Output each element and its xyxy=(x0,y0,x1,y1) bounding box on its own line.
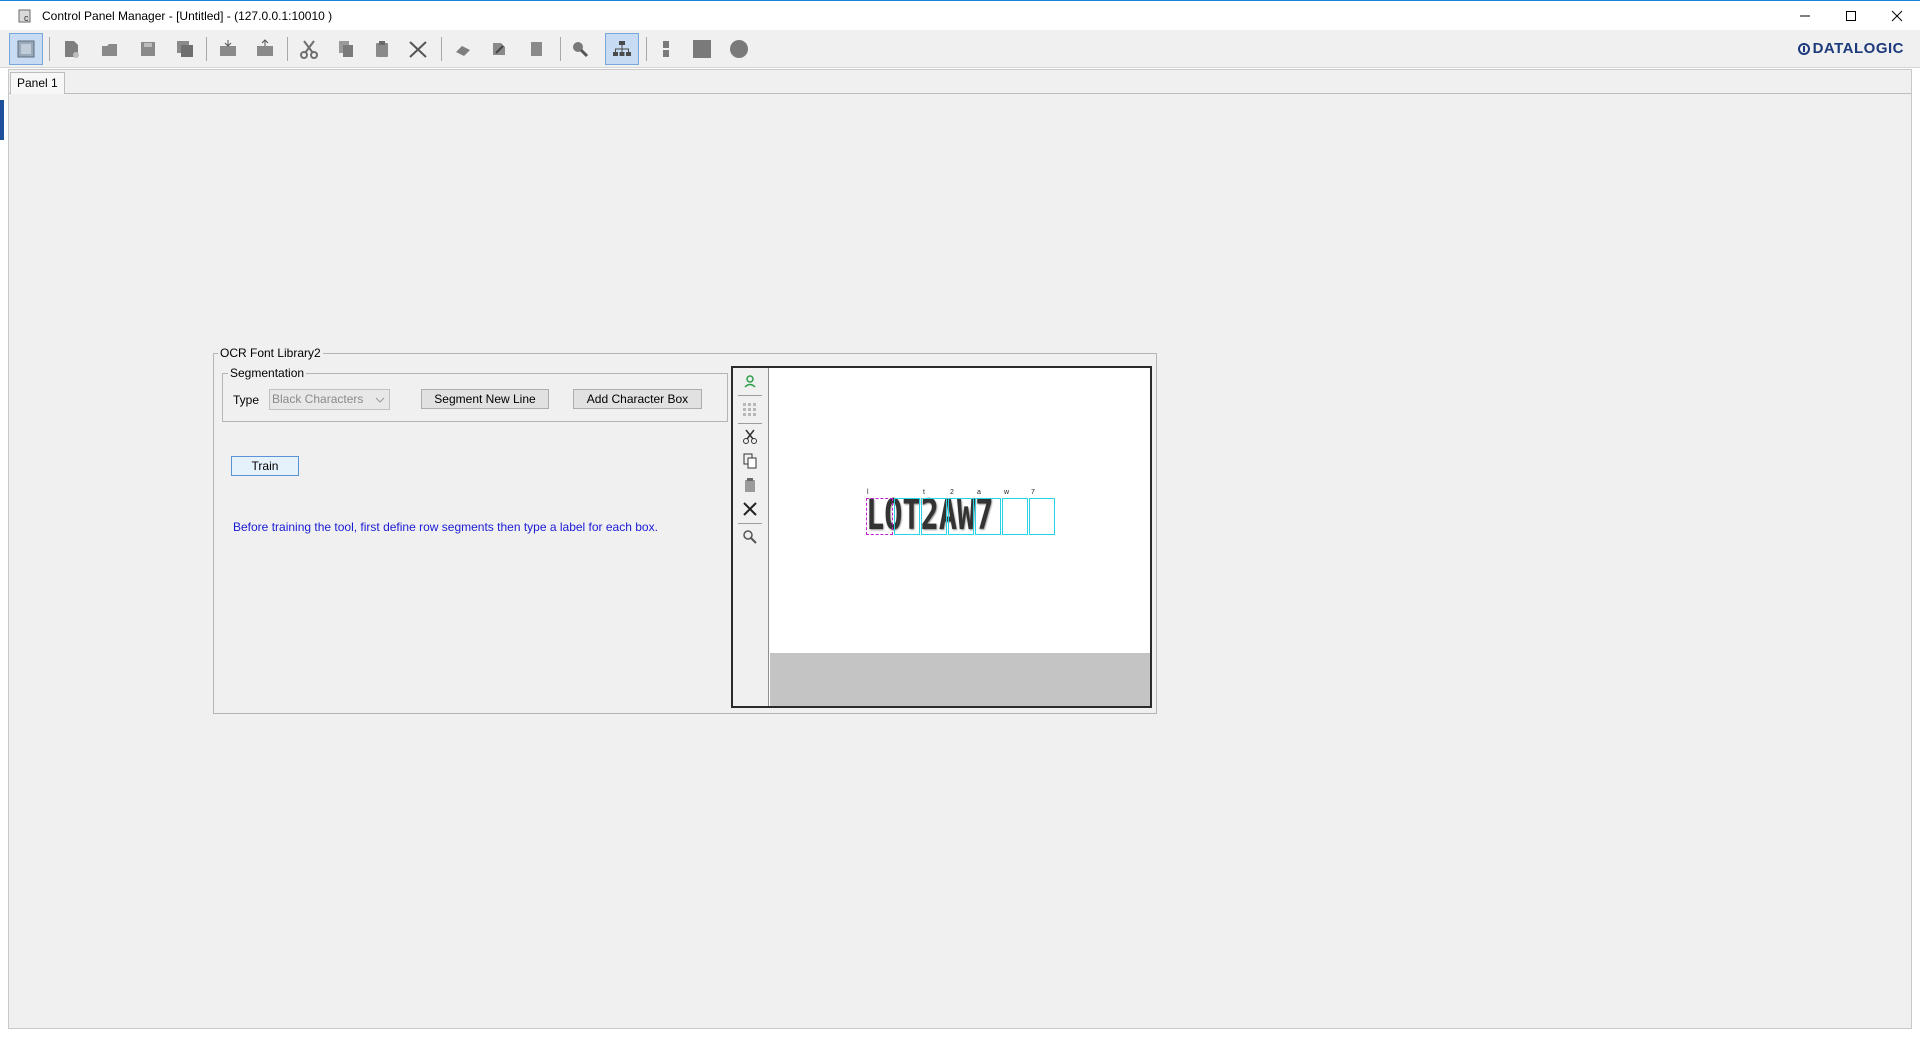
type-select[interactable]: Black Characters xyxy=(269,389,390,410)
vertical-dots-icon xyxy=(663,41,669,57)
select-icon xyxy=(17,40,35,58)
open-button[interactable] xyxy=(93,33,127,65)
character-box[interactable] xyxy=(948,498,974,535)
cut-icon xyxy=(300,40,318,59)
train-button[interactable]: Train xyxy=(231,456,299,476)
character-box[interactable] xyxy=(921,498,947,535)
page-icon xyxy=(531,42,542,56)
edit-icon xyxy=(493,43,505,55)
square-icon xyxy=(693,40,711,58)
eraser-button[interactable] xyxy=(446,33,480,65)
edit-button[interactable] xyxy=(482,33,516,65)
app-icon: c xyxy=(18,8,34,24)
save-panel-icon xyxy=(257,39,273,56)
chevron-down-icon xyxy=(375,393,385,412)
save-all-icon xyxy=(177,41,193,57)
person-search-icon xyxy=(744,375,756,388)
eraser-icon xyxy=(456,46,470,56)
close-icon xyxy=(1891,10,1903,22)
character-box[interactable] xyxy=(894,498,920,535)
viewer-grid-button[interactable] xyxy=(741,400,759,418)
page-button[interactable] xyxy=(519,33,553,65)
window-title: Control Panel Manager - [Untitled] - (12… xyxy=(42,8,333,23)
image-canvas[interactable]: LOT2AW7 l t 2 a w 7 xyxy=(770,368,1150,653)
vertical-layout-button[interactable] xyxy=(649,33,683,65)
save-icon xyxy=(141,42,155,56)
copy-icon xyxy=(743,453,757,469)
cut-icon xyxy=(743,429,757,444)
select-tool-button[interactable] xyxy=(9,33,43,65)
character-box[interactable] xyxy=(1002,498,1028,535)
save-button[interactable] xyxy=(131,33,165,65)
char-label: a xyxy=(977,489,981,496)
tab-panel-1[interactable]: Panel 1 xyxy=(10,72,65,94)
type-label: Type xyxy=(233,393,260,407)
type-select-value: Black Characters xyxy=(272,392,364,406)
save-panel-button[interactable] xyxy=(248,33,282,65)
maximize-button[interactable] xyxy=(1828,1,1874,31)
svg-text:c: c xyxy=(24,13,29,23)
viewer-paste-button[interactable] xyxy=(741,476,759,494)
title-bar: c Control Panel Manager - [Untitled] - (… xyxy=(0,0,1920,30)
brand-name: DATALOGIC xyxy=(1812,40,1904,57)
datalogic-logo-icon xyxy=(1797,42,1810,55)
hierarchy-icon xyxy=(613,41,631,56)
rectangle-shape-button[interactable] xyxy=(685,33,719,65)
delete-icon xyxy=(409,41,427,58)
close-window-button[interactable] xyxy=(1874,1,1920,31)
tab-bar: Panel 1 xyxy=(9,70,1911,94)
zoom-icon xyxy=(743,530,757,544)
circle-shape-button[interactable] xyxy=(722,33,756,65)
open-icon xyxy=(102,44,117,56)
maximize-icon xyxy=(1846,11,1856,21)
viewer-cut-button[interactable] xyxy=(741,428,759,446)
grid-icon xyxy=(743,403,756,416)
new-file-icon xyxy=(65,41,79,58)
canvas-empty-area xyxy=(770,653,1150,706)
workspace-panel: Panel 1 OCR Font Library2 Segmentation T… xyxy=(8,69,1912,1029)
character-box[interactable] xyxy=(975,498,1001,535)
window-edge-accent xyxy=(0,100,4,140)
copy-icon xyxy=(339,41,353,57)
brand-logo: DATALOGIC xyxy=(1797,40,1904,57)
hierarchy-button[interactable] xyxy=(605,33,639,65)
minimize-button[interactable] xyxy=(1782,1,1828,31)
image-viewer: LOT2AW7 l t 2 a w 7 xyxy=(731,366,1152,708)
viewer-toolbar xyxy=(733,368,769,706)
char-label: w xyxy=(1004,489,1010,496)
viewer-copy-button[interactable] xyxy=(741,452,759,470)
segmentation-title: Segmentation xyxy=(228,366,307,380)
viewer-auto-segment-button[interactable] xyxy=(741,372,759,390)
save-all-button[interactable] xyxy=(168,33,202,65)
paste-icon xyxy=(376,41,388,57)
char-label: 2 xyxy=(950,489,954,496)
circle-icon xyxy=(730,40,748,58)
ocr-font-library-group: OCR Font Library2 Segmentation Type Blac… xyxy=(213,346,1157,714)
paste-button[interactable] xyxy=(365,33,399,65)
load-panel-icon xyxy=(220,40,236,56)
add-character-box-button[interactable]: Add Character Box xyxy=(573,389,702,409)
viewer-delete-button[interactable] xyxy=(741,500,759,518)
paste-icon xyxy=(745,478,755,492)
delete-button[interactable] xyxy=(401,33,435,65)
char-label: t xyxy=(923,489,925,496)
segmentation-group: Segmentation Type Black Characters Segme… xyxy=(222,366,728,422)
char-label: l xyxy=(867,489,869,496)
character-box-selected[interactable] xyxy=(866,498,893,535)
zoom-button[interactable] xyxy=(563,33,597,65)
main-toolbar xyxy=(0,30,1920,68)
zoom-icon xyxy=(573,42,589,58)
viewer-zoom-button[interactable] xyxy=(741,528,759,546)
training-hint: Before training the tool, first define r… xyxy=(233,520,658,534)
char-label: 7 xyxy=(1031,489,1035,496)
minimize-icon xyxy=(1800,15,1810,17)
character-box[interactable] xyxy=(1029,498,1055,535)
delete-icon xyxy=(743,502,757,516)
load-panel-button[interactable] xyxy=(211,33,245,65)
segment-new-line-button[interactable]: Segment New Line xyxy=(421,389,549,409)
group-title: OCR Font Library2 xyxy=(218,346,323,360)
new-file-button[interactable] xyxy=(54,33,88,65)
cut-button[interactable] xyxy=(292,33,326,65)
copy-button[interactable] xyxy=(329,33,363,65)
